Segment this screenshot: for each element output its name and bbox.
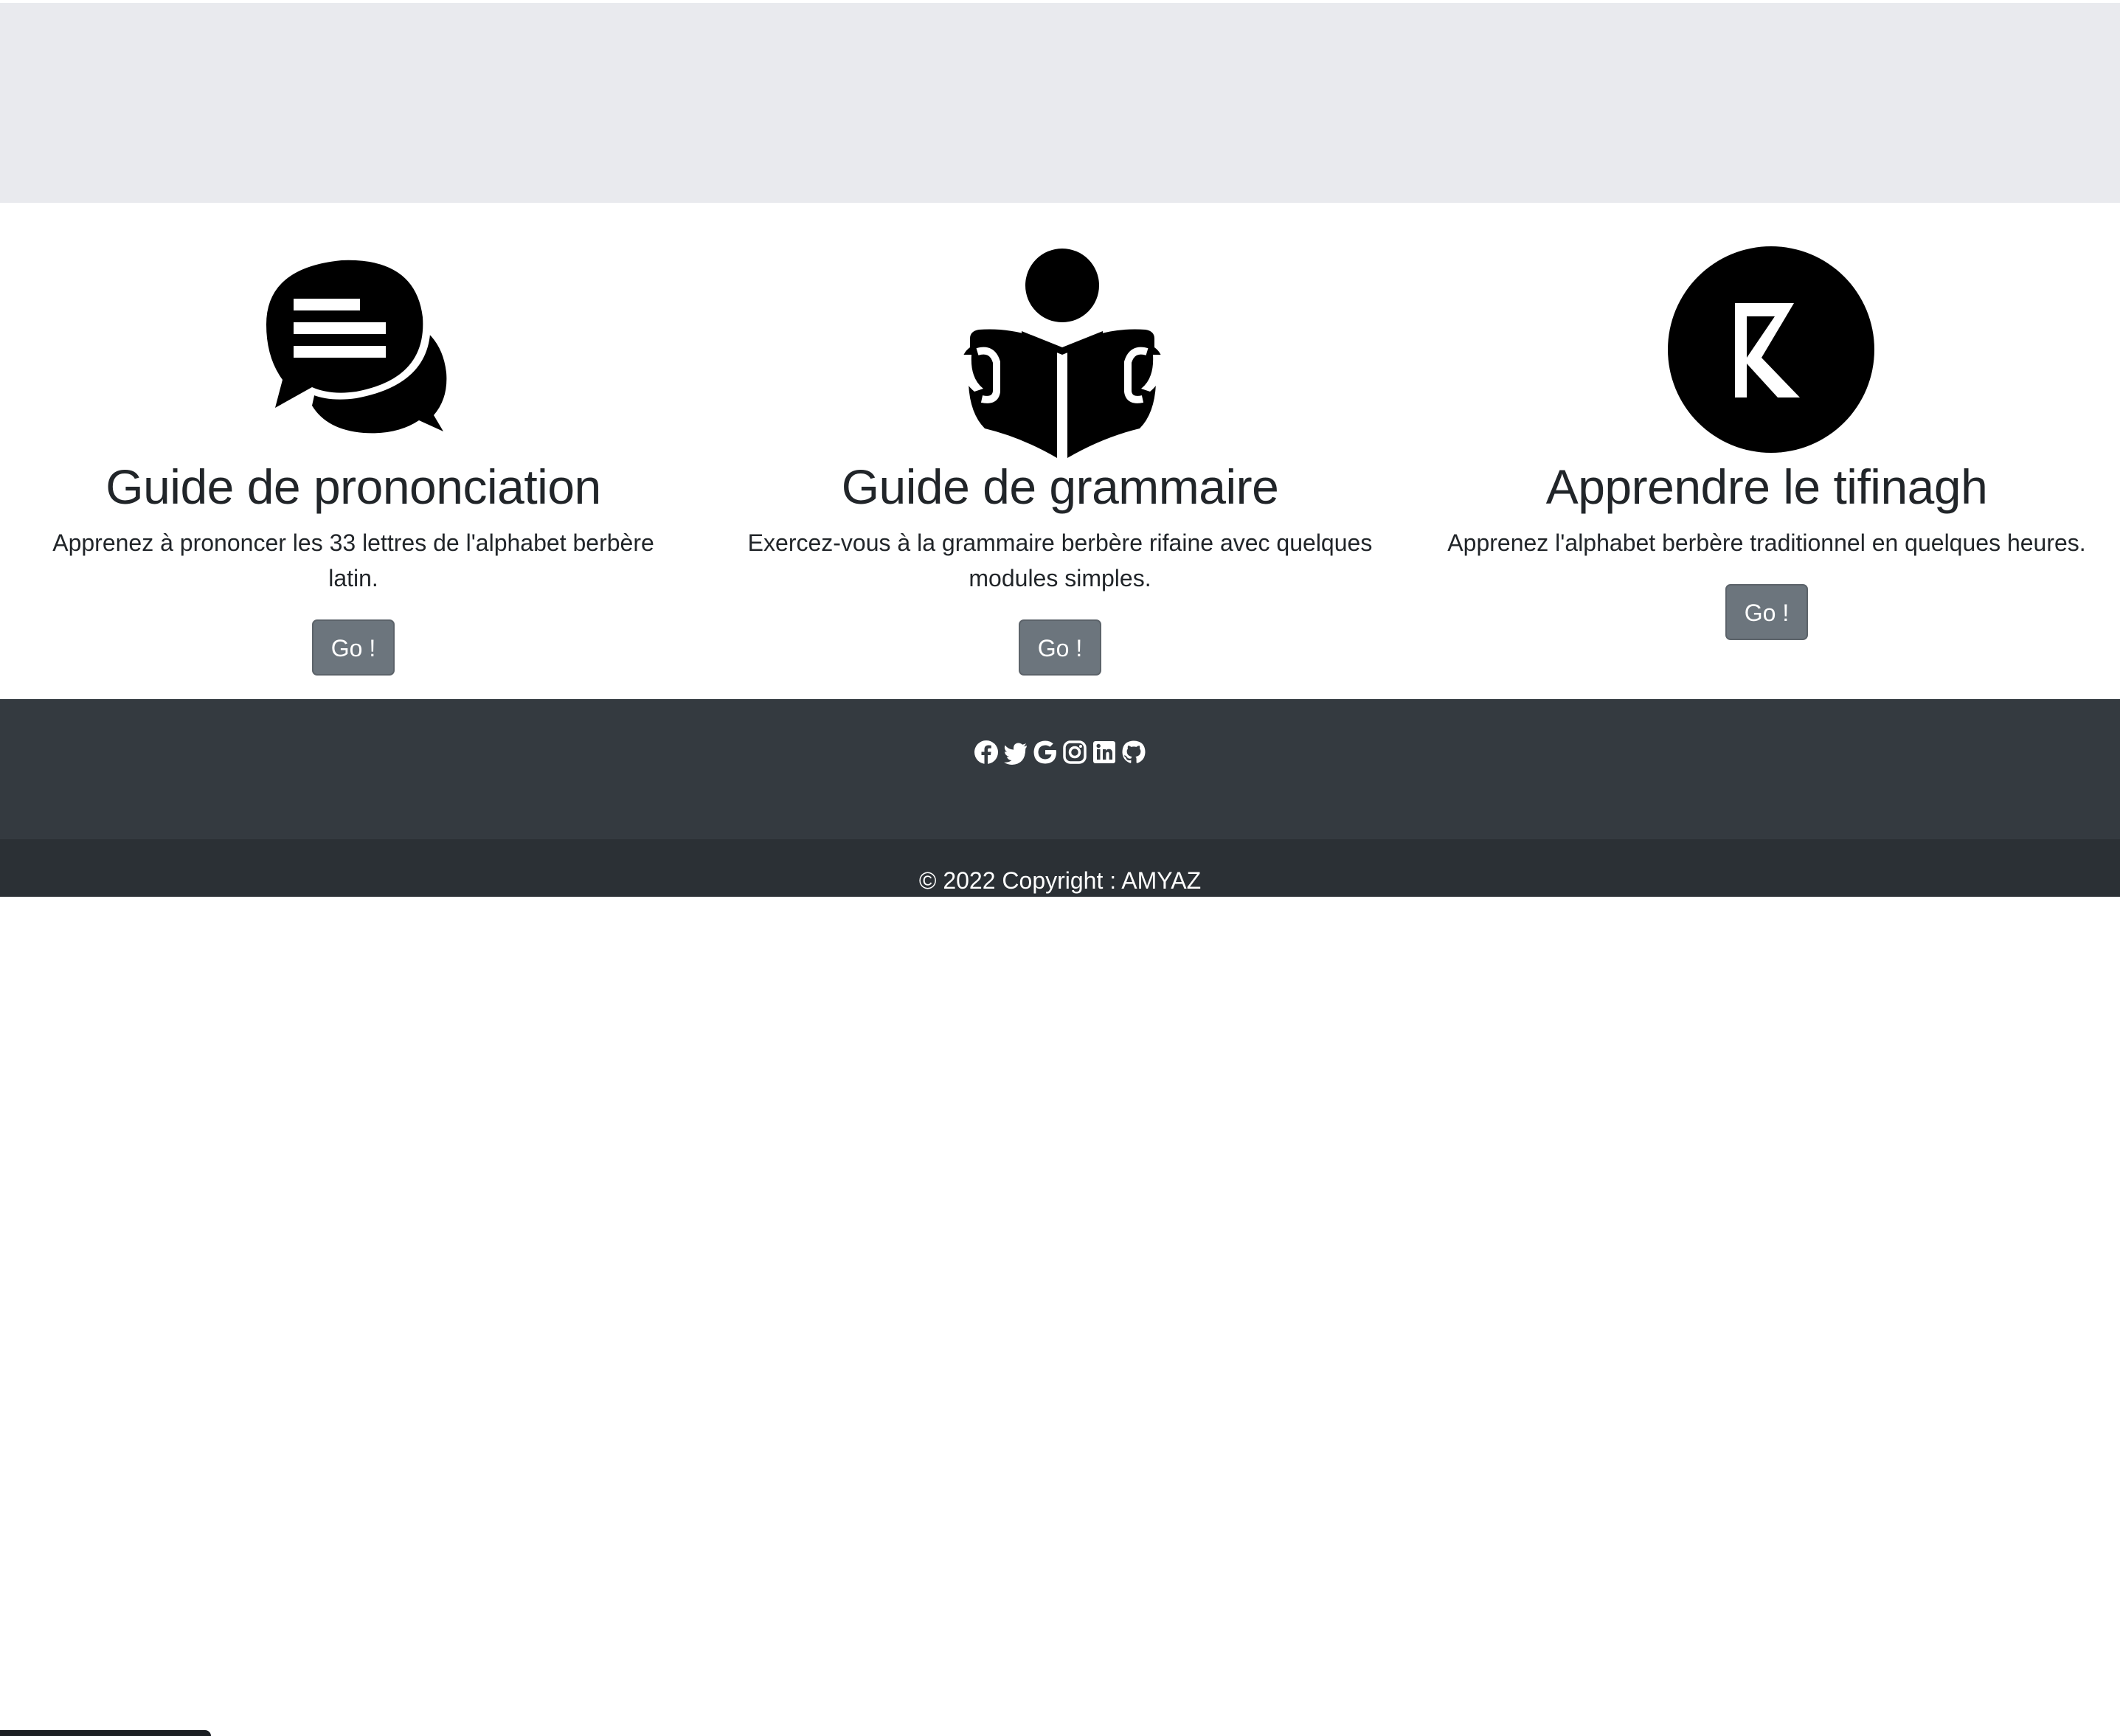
feature-title: Guide de prononciation: [105, 459, 601, 514]
chat-bubbles-icon: [0, 247, 707, 461]
copyright-text: © 2022 Copyright : AMYAZ: [0, 866, 2120, 895]
google-icon[interactable]: [1033, 740, 1058, 765]
bottom-left-strip: [0, 1730, 211, 1736]
social-links: [0, 740, 2120, 765]
tifinagh-letter-icon: [1413, 246, 2120, 461]
go-pronunciation-button[interactable]: Go !: [312, 619, 395, 676]
brand-link[interactable]: AMYAZ: [1121, 867, 1201, 894]
footer-social-section: [0, 699, 2120, 839]
github-icon[interactable]: [1121, 740, 1146, 765]
feature-title: Guide de grammaire: [841, 459, 1279, 514]
copyright-prefix: © 2022 Copyright :: [918, 867, 1122, 894]
feature-description: Exercez-vous à la grammaire berbère rifa…: [747, 530, 1373, 591]
go-grammar-button[interactable]: Go !: [1019, 619, 1101, 676]
reading-person-icon: [707, 247, 1413, 461]
facebook-icon[interactable]: [974, 740, 999, 765]
hero-top-edge: [0, 0, 2120, 3]
feature-title: Apprendre le tifinagh: [1545, 459, 1988, 514]
feature-description: Apprenez l'alphabet berbère traditionnel…: [1447, 530, 2086, 556]
twitter-icon[interactable]: [1003, 740, 1028, 765]
instagram-icon[interactable]: [1062, 740, 1087, 765]
hero-banner: [0, 0, 2120, 203]
features-section: Guide de prononciation Apprenez à pronon…: [0, 203, 2120, 699]
linkedin-icon[interactable]: [1092, 740, 1117, 765]
footer-copyright-bar: © 2022 Copyright : AMYAZ: [0, 839, 2120, 1736]
go-tifinagh-button[interactable]: Go !: [1725, 584, 1808, 640]
feature-description: Apprenez à prononcer les 33 lettres de l…: [52, 530, 654, 591]
